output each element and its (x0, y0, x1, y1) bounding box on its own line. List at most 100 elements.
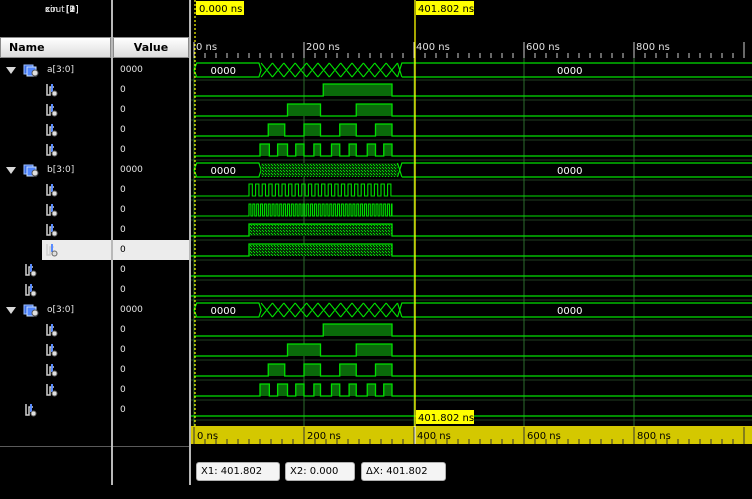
cursor-x2-readout: X2: 0.000 ns (285, 462, 355, 481)
time-axis-top-label: 200 ns (306, 42, 340, 53)
bit-high-fill (384, 144, 392, 156)
bit-waveform (191, 204, 752, 216)
signal-label[interactable]: b[3:0] (47, 160, 74, 180)
bit-high-fill (304, 364, 321, 376)
bit-signal-icon (25, 403, 37, 417)
dense-toggle-block (249, 244, 392, 256)
signal-value: 0 (120, 240, 126, 260)
bit-high-fill (367, 144, 375, 156)
dense-toggle-block (249, 224, 392, 236)
bit-high-fill (314, 144, 321, 156)
bit-signal-icon (46, 183, 58, 197)
signal-label[interactable]: cout (45, 0, 65, 20)
time-axis-top-label: 600 ns (526, 42, 560, 53)
bit-waveform (194, 144, 752, 156)
cursor-marker-label-top: 401.802 ns (418, 4, 474, 15)
bit-waveform (194, 324, 752, 336)
bit-high-fill (268, 364, 285, 376)
cursor-start-label: 0.000 ns (199, 4, 242, 15)
time-axis-bottom-label: 0 ns (197, 431, 218, 442)
bus-value-label: 0000 (557, 166, 582, 177)
bit-high-fill (376, 124, 393, 136)
signal-value: 0 (120, 360, 126, 380)
signal-value: 0 (120, 120, 126, 140)
bit-signal-icon (46, 83, 58, 97)
bit-high-fill (367, 384, 375, 396)
signal-value: 0000 (120, 160, 143, 180)
signal-value-pane: Value 000000000000000000000000000 (113, 0, 189, 485)
bit-high-fill (356, 344, 392, 356)
bit-waveform (191, 184, 752, 196)
bit-high-fill (349, 384, 356, 396)
bit-high-fill (288, 104, 321, 116)
bit-signal-icon (46, 343, 58, 357)
name-column-header[interactable]: Name (0, 37, 111, 58)
waveform-canvas[interactable]: 0 ns 200 ns 400 ns 600 ns 800 ns 0000 0000 0000… (191, 0, 752, 485)
bit-waveform (194, 104, 752, 116)
bit-high-fill (340, 124, 357, 136)
bus-signal-icon (23, 163, 39, 177)
signal-value: 0000 (120, 300, 143, 320)
bit-signal-icon (46, 103, 58, 117)
signal-value: 0 (120, 340, 126, 360)
bit-high-fill (304, 124, 321, 136)
cursor-marker-label-bottom: 401.802 ns (418, 413, 474, 424)
signal-value: 0 (120, 180, 126, 200)
bit-signal-icon (46, 123, 58, 137)
signal-value: 0 (120, 260, 126, 280)
signal-label[interactable]: [0] (66, 0, 79, 20)
signal-value: 0 (120, 280, 126, 300)
bit-high-fill (356, 104, 392, 116)
bit-signal-icon (46, 243, 58, 257)
time-axis-top-label: 400 ns (416, 42, 450, 53)
time-axis-bottom-label: 200 ns (307, 431, 341, 442)
bit-high-fill (314, 384, 321, 396)
signal-label[interactable]: a[3:0] (47, 60, 74, 80)
bit-high-fill (296, 384, 304, 396)
bus-dense-block (261, 163, 397, 177)
expand-triangle-icon[interactable] (6, 67, 16, 74)
bit-high-fill (340, 364, 357, 376)
signal-value: 0 (120, 220, 126, 240)
time-axis-bottom-label: 600 ns (527, 431, 561, 442)
bit-signal-icon (46, 323, 58, 337)
bit-signal-icon (46, 143, 58, 157)
value-column-header[interactable]: Value (113, 37, 189, 58)
time-axis-bottom-label: 400 ns (417, 431, 451, 442)
value-pane-footer-divider (113, 446, 189, 447)
bit-high-fill (260, 144, 269, 156)
bit-high-fill (323, 84, 392, 96)
signal-value: 0 (120, 100, 126, 120)
bus-transition-xs (261, 303, 397, 317)
bit-high-fill (268, 124, 285, 136)
bus-value-label: 0000 (211, 306, 236, 317)
bus-value-label: 0000 (211, 166, 236, 177)
bus-value-label: 0000 (211, 66, 236, 77)
signal-value: 0 (120, 400, 126, 420)
signal-name-pane: Name a[3:0] [3] [2] [1] [0] b[3:0] [3] (0, 0, 111, 485)
bit-waveform (194, 344, 752, 356)
bit-waveform (194, 84, 752, 96)
signal-label[interactable]: o[3:0] (47, 300, 74, 320)
signal-value: 0000 (120, 60, 143, 80)
bit-high-fill (323, 324, 392, 336)
bit-waveform (194, 384, 752, 396)
time-axis-top-label: 0 ns (196, 42, 217, 53)
expand-triangle-icon[interactable] (6, 307, 16, 314)
waveform-svg[interactable]: 0 ns 200 ns 400 ns 600 ns 800 ns 0000 0000 0000… (191, 0, 752, 485)
bit-high-fill (260, 384, 269, 396)
cursor-delta-readout: ΔX: 401.802 ns (361, 462, 446, 481)
bit-high-fill (332, 384, 340, 396)
bit-high-fill (376, 364, 393, 376)
bit-high-fill (278, 384, 288, 396)
bus-signal-icon (23, 63, 39, 77)
signal-value: 0 (120, 200, 126, 220)
bus-signal-icon (23, 303, 39, 317)
bit-high-fill (349, 144, 356, 156)
bit-signal-icon (46, 383, 58, 397)
bit-high-fill (288, 344, 321, 356)
expand-triangle-icon[interactable] (6, 167, 16, 174)
bit-high-fill (296, 144, 304, 156)
time-axis-top-label: 800 ns (636, 42, 670, 53)
bit-high-fill (384, 384, 392, 396)
